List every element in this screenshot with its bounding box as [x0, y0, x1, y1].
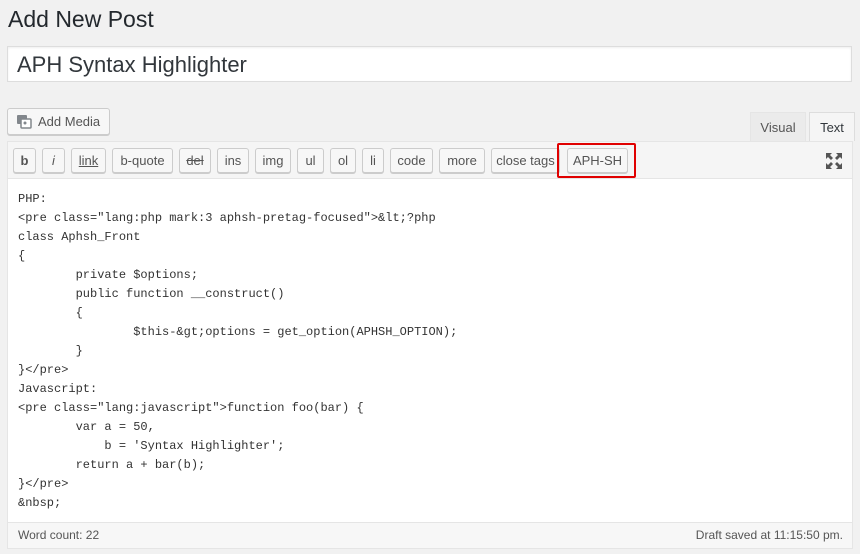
word-count: Word count: 22 [18, 528, 100, 542]
aph-sh-highlight-frame [557, 143, 636, 178]
code-line: private $options; [18, 268, 199, 282]
code-line: return a + bar(b); [18, 458, 206, 472]
code-line: PHP: [18, 192, 47, 206]
editor-container: b i link b-quote del ins img ul ol li co… [7, 141, 853, 549]
bold-button[interactable]: b [13, 148, 36, 173]
page-title: Add New Post [8, 6, 154, 32]
code-line: { [18, 249, 26, 263]
del-button[interactable]: del [179, 148, 211, 173]
post-title-input[interactable]: APH Syntax Highlighter [7, 46, 852, 82]
editor-status-bar: Word count: 22 Draft saved at 11:15:50 p… [8, 522, 852, 548]
tab-text[interactable]: Text [809, 112, 855, 141]
media-icon [16, 113, 33, 130]
img-button[interactable]: img [255, 148, 291, 173]
quicktags-toolbar: b i link b-quote del ins img ul ol li co… [8, 142, 852, 179]
add-media-label: Add Media [38, 114, 101, 129]
add-media-button[interactable]: Add Media [7, 108, 110, 135]
blockquote-button[interactable]: b-quote [112, 148, 173, 173]
draft-saved-status: Draft saved at 11:15:50 pm. [695, 528, 843, 542]
ins-button[interactable]: ins [217, 148, 249, 173]
code-line: class Aphsh_Front [18, 230, 141, 244]
italic-button[interactable]: i [42, 148, 65, 173]
link-button[interactable]: link [71, 148, 106, 173]
code-line: <pre class="lang:php mark:3 aphsh-pretag… [18, 211, 436, 225]
code-line: public function __construct() [18, 287, 285, 301]
code-line: $this-&gt;options = get_option(APHSH_OPT… [18, 325, 458, 339]
more-button[interactable]: more [439, 148, 485, 173]
code-line: &nbsp; [18, 496, 62, 510]
code-line: }</pre> [18, 477, 69, 491]
code-button[interactable]: code [390, 148, 433, 173]
code-line: }</pre> [18, 363, 69, 377]
li-button[interactable]: li [362, 148, 384, 173]
fullscreen-icon[interactable] [826, 153, 842, 169]
tab-visual[interactable]: Visual [750, 112, 806, 141]
code-line: { [18, 306, 83, 320]
code-line: <pre class="lang:javascript">function fo… [18, 401, 364, 415]
code-line: var a = 50, [18, 420, 155, 434]
ol-button[interactable]: ol [330, 148, 356, 173]
code-line: b = 'Syntax Highlighter'; [18, 439, 285, 453]
code-line: } [18, 344, 83, 358]
close-tags-button[interactable]: close tags [491, 148, 560, 173]
ul-button[interactable]: ul [297, 148, 324, 173]
content-textarea[interactable]: PHP: <pre class="lang:php mark:3 aphsh-p… [18, 190, 457, 513]
code-line: Javascript: [18, 382, 98, 396]
